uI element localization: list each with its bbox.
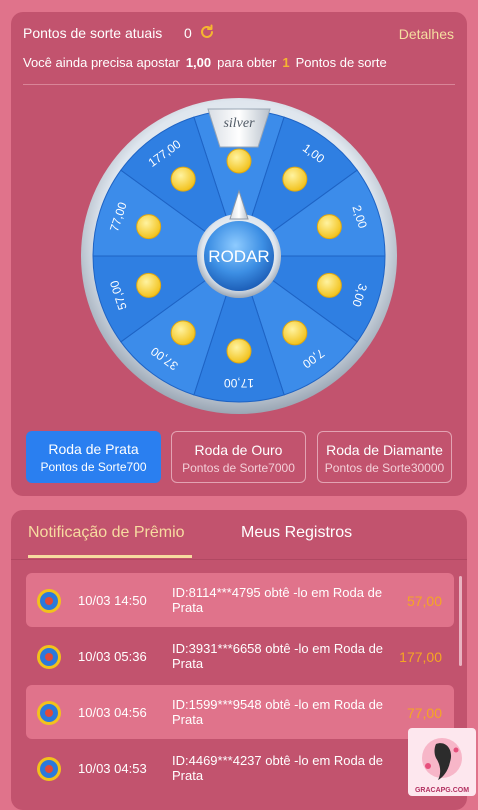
- notification-date: 10/03 05:36: [78, 649, 147, 664]
- details-link[interactable]: Detalhes: [399, 26, 454, 42]
- gold-wheel-button[interactable]: Roda de Ouro Pontos de Sorte7000: [171, 431, 306, 483]
- silver-wheel-button[interactable]: Roda de Prata Pontos de Sorte700: [26, 431, 161, 483]
- luck-points-count: 0: [184, 25, 192, 41]
- gold-wheel-title: Roda de Ouro: [194, 442, 283, 458]
- bet-req-prefix: Você ainda precisa apostar: [23, 55, 180, 70]
- notification-date: 10/03 04:56: [78, 705, 147, 720]
- wheel-segment-value: 17,00: [224, 376, 254, 390]
- luck-points-label: Pontos de sorte atuais: [23, 25, 163, 41]
- active-tab-indicator: [28, 555, 192, 558]
- notification-date: 10/03 04:53: [78, 761, 147, 776]
- wheel-panel: Pontos de sorte atuais 0 Detalhes Você a…: [11, 12, 467, 496]
- gold-wheel-points: Pontos de Sorte7000: [182, 461, 295, 475]
- notification-text: ID:4469***4237 obtê -lo em Roda de Prata: [172, 753, 384, 783]
- silver-wheel-points: Pontos de Sorte700: [40, 460, 147, 474]
- coin-icon: [170, 320, 196, 346]
- scrollbar[interactable]: [459, 576, 462, 666]
- site-logo: GRACAPG.COM: [408, 728, 476, 796]
- bet-requirement: Você ainda precisa apostar 1,00 para obter…: [23, 55, 387, 70]
- notification-text: ID:3931***6658 obtê -lo em Roda de Prata: [172, 641, 384, 671]
- list-item: 10/03 05:36 ID:3931***6658 obtê -lo em R…: [26, 629, 454, 683]
- list-item: 10/03 04:56 ID:1599***9548 obtê -lo em R…: [26, 685, 454, 739]
- coin-icon: [136, 214, 162, 240]
- coin-icon: [170, 166, 196, 192]
- notification-value: 77,00: [406, 705, 442, 721]
- prize-wheel: 0,701,002,003,007,0017,0037,0057,0077,00…: [81, 98, 397, 414]
- diamond-wheel-title: Roda de Diamante: [326, 442, 443, 458]
- tab-prize-notifications[interactable]: Notificação de Prêmio: [28, 524, 185, 542]
- coin-icon: [316, 214, 342, 240]
- notification-text: ID:1599***9548 obtê -lo em Roda de Prata: [172, 697, 384, 727]
- silver-wheel-icon: [37, 757, 61, 781]
- coin-icon: [136, 272, 162, 298]
- silver-wheel-icon: [37, 701, 61, 725]
- list-item: 10/03 04:53 ID:4469***4237 obtê -lo em R…: [26, 741, 454, 795]
- spin-button-label[interactable]: RODAR: [208, 247, 269, 266]
- logo-text: GRACAPG.COM: [415, 787, 469, 794]
- coin-icon: [282, 320, 308, 346]
- silver-badge-label: silver: [223, 116, 255, 131]
- bet-req-amount: 1,00: [185, 55, 212, 70]
- bet-req-points: 1: [282, 55, 290, 70]
- notification-date: 10/03 14:50: [78, 593, 147, 608]
- silver-wheel-title: Roda de Prata: [48, 441, 139, 457]
- diamond-wheel-button[interactable]: Roda de Diamante Pontos de Sorte30000: [317, 431, 452, 483]
- notification-value: 57,00: [406, 593, 442, 609]
- notifications-panel: Notificação de Prêmio Meus Registros 10/…: [11, 510, 467, 810]
- refresh-icon[interactable]: [199, 24, 215, 40]
- tab-my-records[interactable]: Meus Registros: [241, 524, 352, 542]
- bet-req-mid: para obter: [217, 55, 277, 70]
- coin-icon: [226, 338, 252, 364]
- list-item: 10/03 14:50 ID:8114***4795 obtê -lo em R…: [26, 573, 454, 627]
- coin-icon: [226, 148, 252, 174]
- notification-value: 177,00: [399, 649, 442, 665]
- silver-wheel-icon: [37, 645, 61, 669]
- diamond-wheel-points: Pontos de Sorte30000: [324, 461, 445, 475]
- divider: [23, 84, 455, 85]
- coin-icon: [282, 166, 308, 192]
- bet-req-suffix: Pontos de sorte: [295, 55, 387, 70]
- coin-icon: [316, 272, 342, 298]
- notification-text: ID:8114***4795 obtê -lo em Roda de Prata: [172, 585, 383, 615]
- silver-wheel-icon: [37, 589, 61, 613]
- tabs-divider: [11, 559, 467, 560]
